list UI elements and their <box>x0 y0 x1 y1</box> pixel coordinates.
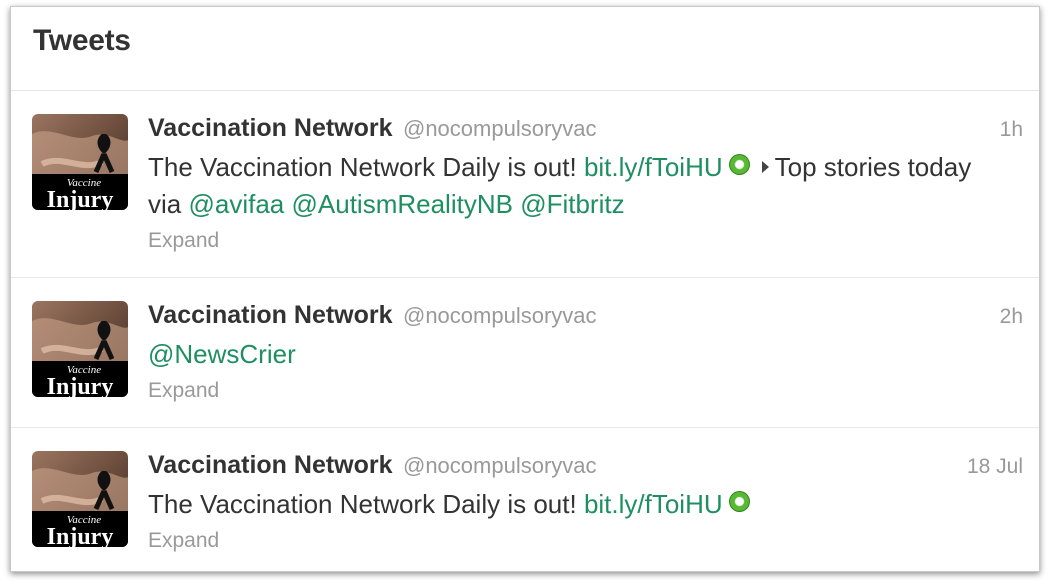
svg-text:Injury: Injury <box>47 374 114 397</box>
panel-header: Tweets <box>11 7 1039 91</box>
paper-li-favicon-icon <box>728 154 750 175</box>
paper-li-favicon-icon <box>728 491 750 512</box>
tweet-text: The Vaccination Network Daily is out! bi… <box>148 486 998 523</box>
svg-text:Injury: Injury <box>47 187 114 210</box>
tweet-item[interactable]: Vaccine Injury Vaccination Network @noco… <box>11 278 1039 428</box>
tweet-item[interactable]: Vaccine Injury Vaccination Network @noco… <box>11 428 1039 571</box>
display-name[interactable]: Vaccination Network <box>148 451 393 479</box>
user-handle[interactable]: @nocompulsoryvac <box>403 453 597 478</box>
tweet-link[interactable]: bit.ly/fToiHU <box>584 489 723 519</box>
mention-link[interactable]: @AutismRealityNB <box>292 189 513 219</box>
tweet-text: @NewsCrier <box>148 336 998 373</box>
expand-link[interactable]: Expand <box>148 379 1023 403</box>
user-handle[interactable]: @nocompulsoryvac <box>403 303 597 328</box>
vaccine-injury-logo-icon: Vaccine Injury <box>32 301 128 397</box>
user-handle[interactable]: @nocompulsoryvac <box>403 116 597 141</box>
display-name[interactable]: Vaccination Network <box>148 301 393 329</box>
timestamp[interactable]: 18 Jul <box>967 455 1023 479</box>
avatar[interactable]: Vaccine Injury <box>32 114 128 210</box>
avatar[interactable]: Vaccine Injury <box>32 451 128 547</box>
mention-link[interactable]: @NewsCrier <box>148 339 296 369</box>
mention-link[interactable]: @Fitbritz <box>520 189 624 219</box>
mention-link[interactable]: @avifaa <box>188 189 284 219</box>
expand-link[interactable]: Expand <box>148 529 1023 553</box>
expand-link[interactable]: Expand <box>148 229 1023 253</box>
tweet-text: The Vaccination Network Daily is out! bi… <box>148 152 972 219</box>
timestamp[interactable]: 1h <box>1000 118 1023 142</box>
page-title: Tweets <box>33 24 131 57</box>
display-name[interactable]: Vaccination Network <box>148 114 393 142</box>
avatar[interactable]: Vaccine Injury <box>32 301 128 397</box>
tweet-link[interactable]: bit.ly/fToiHU <box>584 152 723 182</box>
timestamp[interactable]: 2h <box>1000 305 1023 329</box>
play-triangle-icon <box>761 161 769 173</box>
vaccine-injury-logo-icon: Vaccine Injury <box>32 451 128 547</box>
tweet-item[interactable]: Vaccine Injury Vaccination Network @noco… <box>11 91 1039 278</box>
tweets-panel: Tweets Vaccine Injury Vaccination Networ… <box>10 6 1040 572</box>
svg-text:Injury: Injury <box>47 524 114 547</box>
vaccine-injury-logo-icon: Vaccine Injury <box>32 114 128 210</box>
